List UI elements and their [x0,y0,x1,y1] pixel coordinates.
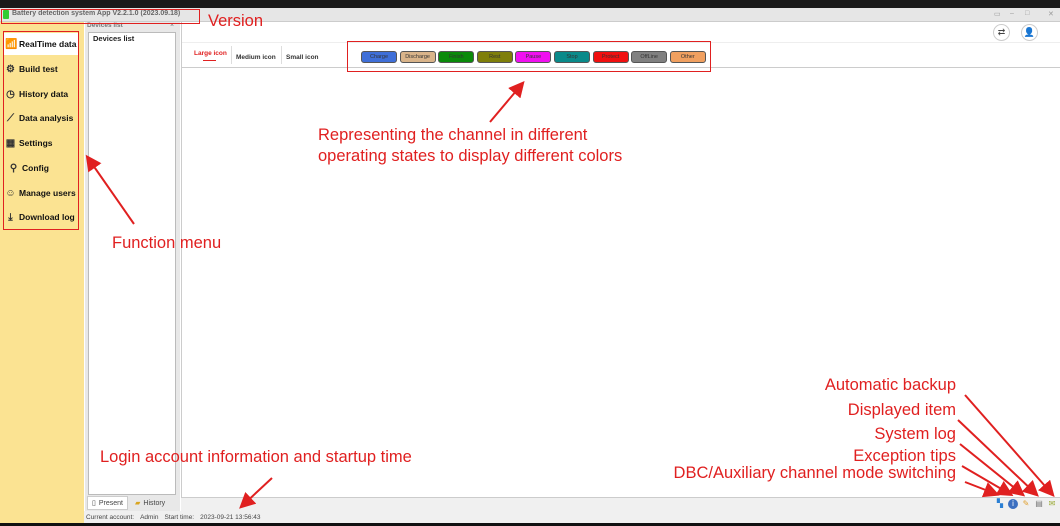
arrow-states [489,80,525,123]
annotation-arrows [85,80,1055,509]
arrow-backup [964,394,1055,498]
arrow-login [239,477,273,509]
arrow-function-menu [85,154,135,225]
